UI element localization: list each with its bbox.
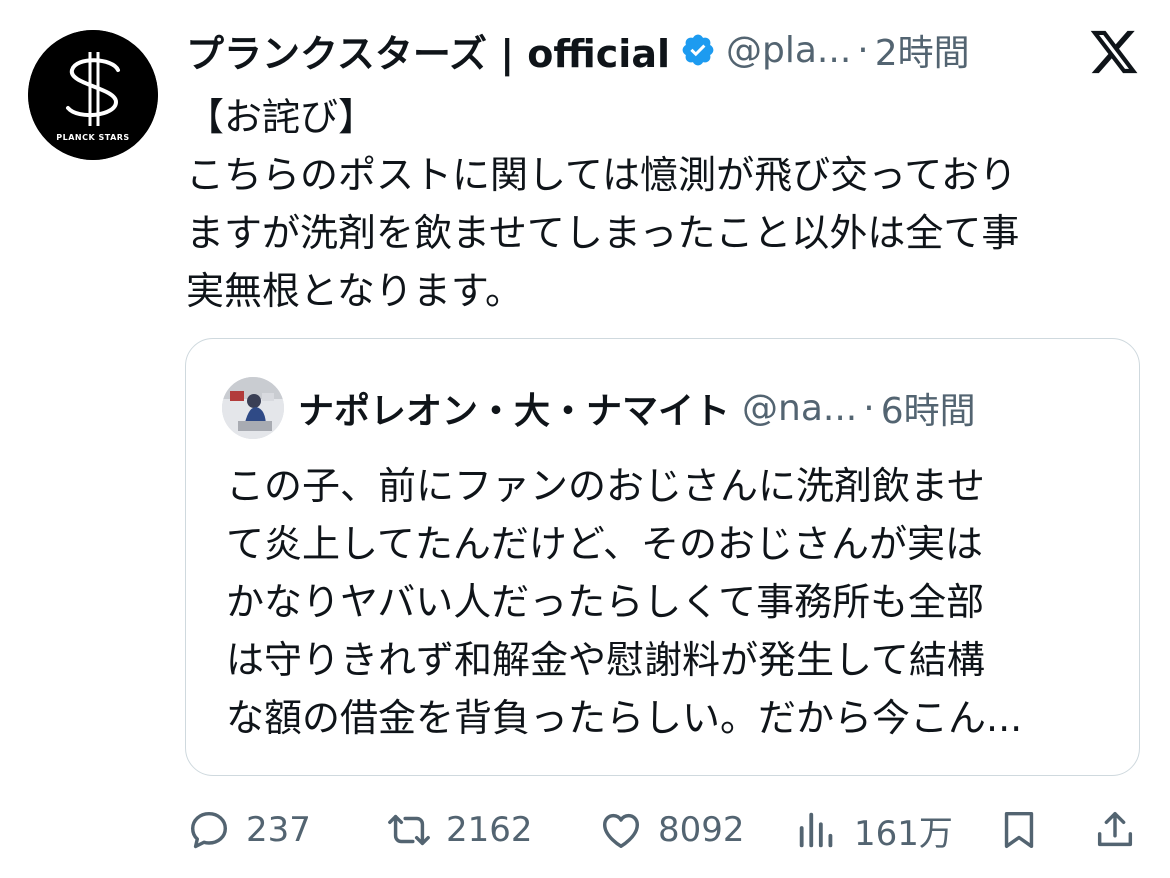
post-body: 【お詫び】 こちらのポストに関しては憶測が飛び交っており ますが洗剤を飲ませてし…	[186, 88, 1136, 320]
bookmark-icon	[1004, 811, 1034, 849]
post-body-line: 【お詫び】	[186, 95, 377, 139]
bookmark-button[interactable]	[996, 800, 1056, 860]
quoted-post-timestamp: 6時間	[880, 391, 976, 432]
author-handle[interactable]: @pla...	[726, 30, 851, 71]
post-body-line: こちらのポストに関しては憶測が飛び交っており	[186, 153, 1018, 197]
views-chart-icon	[799, 812, 833, 848]
heart-icon	[602, 813, 640, 849]
quoted-author-handle: @na...	[742, 387, 858, 429]
post-body-line: 実無根となります。	[186, 269, 524, 313]
reply-button[interactable]: 237	[186, 800, 311, 860]
share-button[interactable]	[1092, 800, 1152, 860]
post-timestamp[interactable]: 2時間	[875, 24, 970, 76]
reply-icon	[190, 811, 228, 849]
reply-count: 237	[246, 810, 311, 850]
author-avatar[interactable]: PLANCK STARS	[28, 30, 158, 160]
quoted-post-body: この子、前にファンのおじさんに洗剤飲ませ て炎上してたんだけど、そのおじさんが実…	[226, 457, 1106, 747]
quoted-header-separator: ·	[863, 387, 875, 429]
repost-count: 2162	[446, 810, 533, 850]
quoted-body-line: は守りきれず和解金や慰謝料が発生して結構	[226, 638, 985, 682]
repost-button[interactable]: 2162	[386, 800, 533, 860]
views-count: 161万	[854, 813, 953, 854]
quoted-author-avatar	[222, 377, 284, 439]
post-header: プランクスターズ | official @pla... · 2時間	[186, 22, 1066, 78]
x-logo-icon[interactable]	[1088, 26, 1140, 78]
repost-icon	[388, 814, 430, 846]
views-button[interactable]: 161万	[794, 800, 953, 860]
verified-badge-icon	[682, 34, 714, 66]
like-count: 8092	[658, 810, 745, 850]
author-display-name[interactable]: プランクスターズ | official	[186, 23, 670, 78]
quoted-post-header: ナポレオン・大・ナマイト @na... · 6時間	[222, 377, 1122, 439]
share-icon	[1097, 811, 1133, 847]
post-body-line: ますが洗剤を飲ませてしまったこと以外は全て事	[186, 211, 1020, 255]
like-button[interactable]: 8092	[598, 800, 745, 860]
avatar-logo-text: PLANCK STARS	[56, 133, 130, 142]
quoted-author-display-name: ナポレオン・大・ナマイト	[298, 391, 731, 432]
quoted-body-line: かなりヤバい人だったらしくて事務所も全部	[226, 580, 985, 624]
quoted-body-line: この子、前にファンのおじさんに洗剤飲ませ	[226, 464, 985, 508]
header-separator: ·	[857, 29, 869, 71]
action-bar: 237 2162 8092 161万	[186, 800, 1141, 860]
quoted-body-line: て炎上してたんだけど、そのおじさんが実は	[226, 522, 983, 566]
quoted-body-line: な額の借金を背負ったらしい。だから今こん...	[226, 696, 1023, 740]
quoted-post[interactable]: ナポレオン・大・ナマイト @na... · 6時間 この子、前にファンのおじさん…	[185, 338, 1140, 776]
